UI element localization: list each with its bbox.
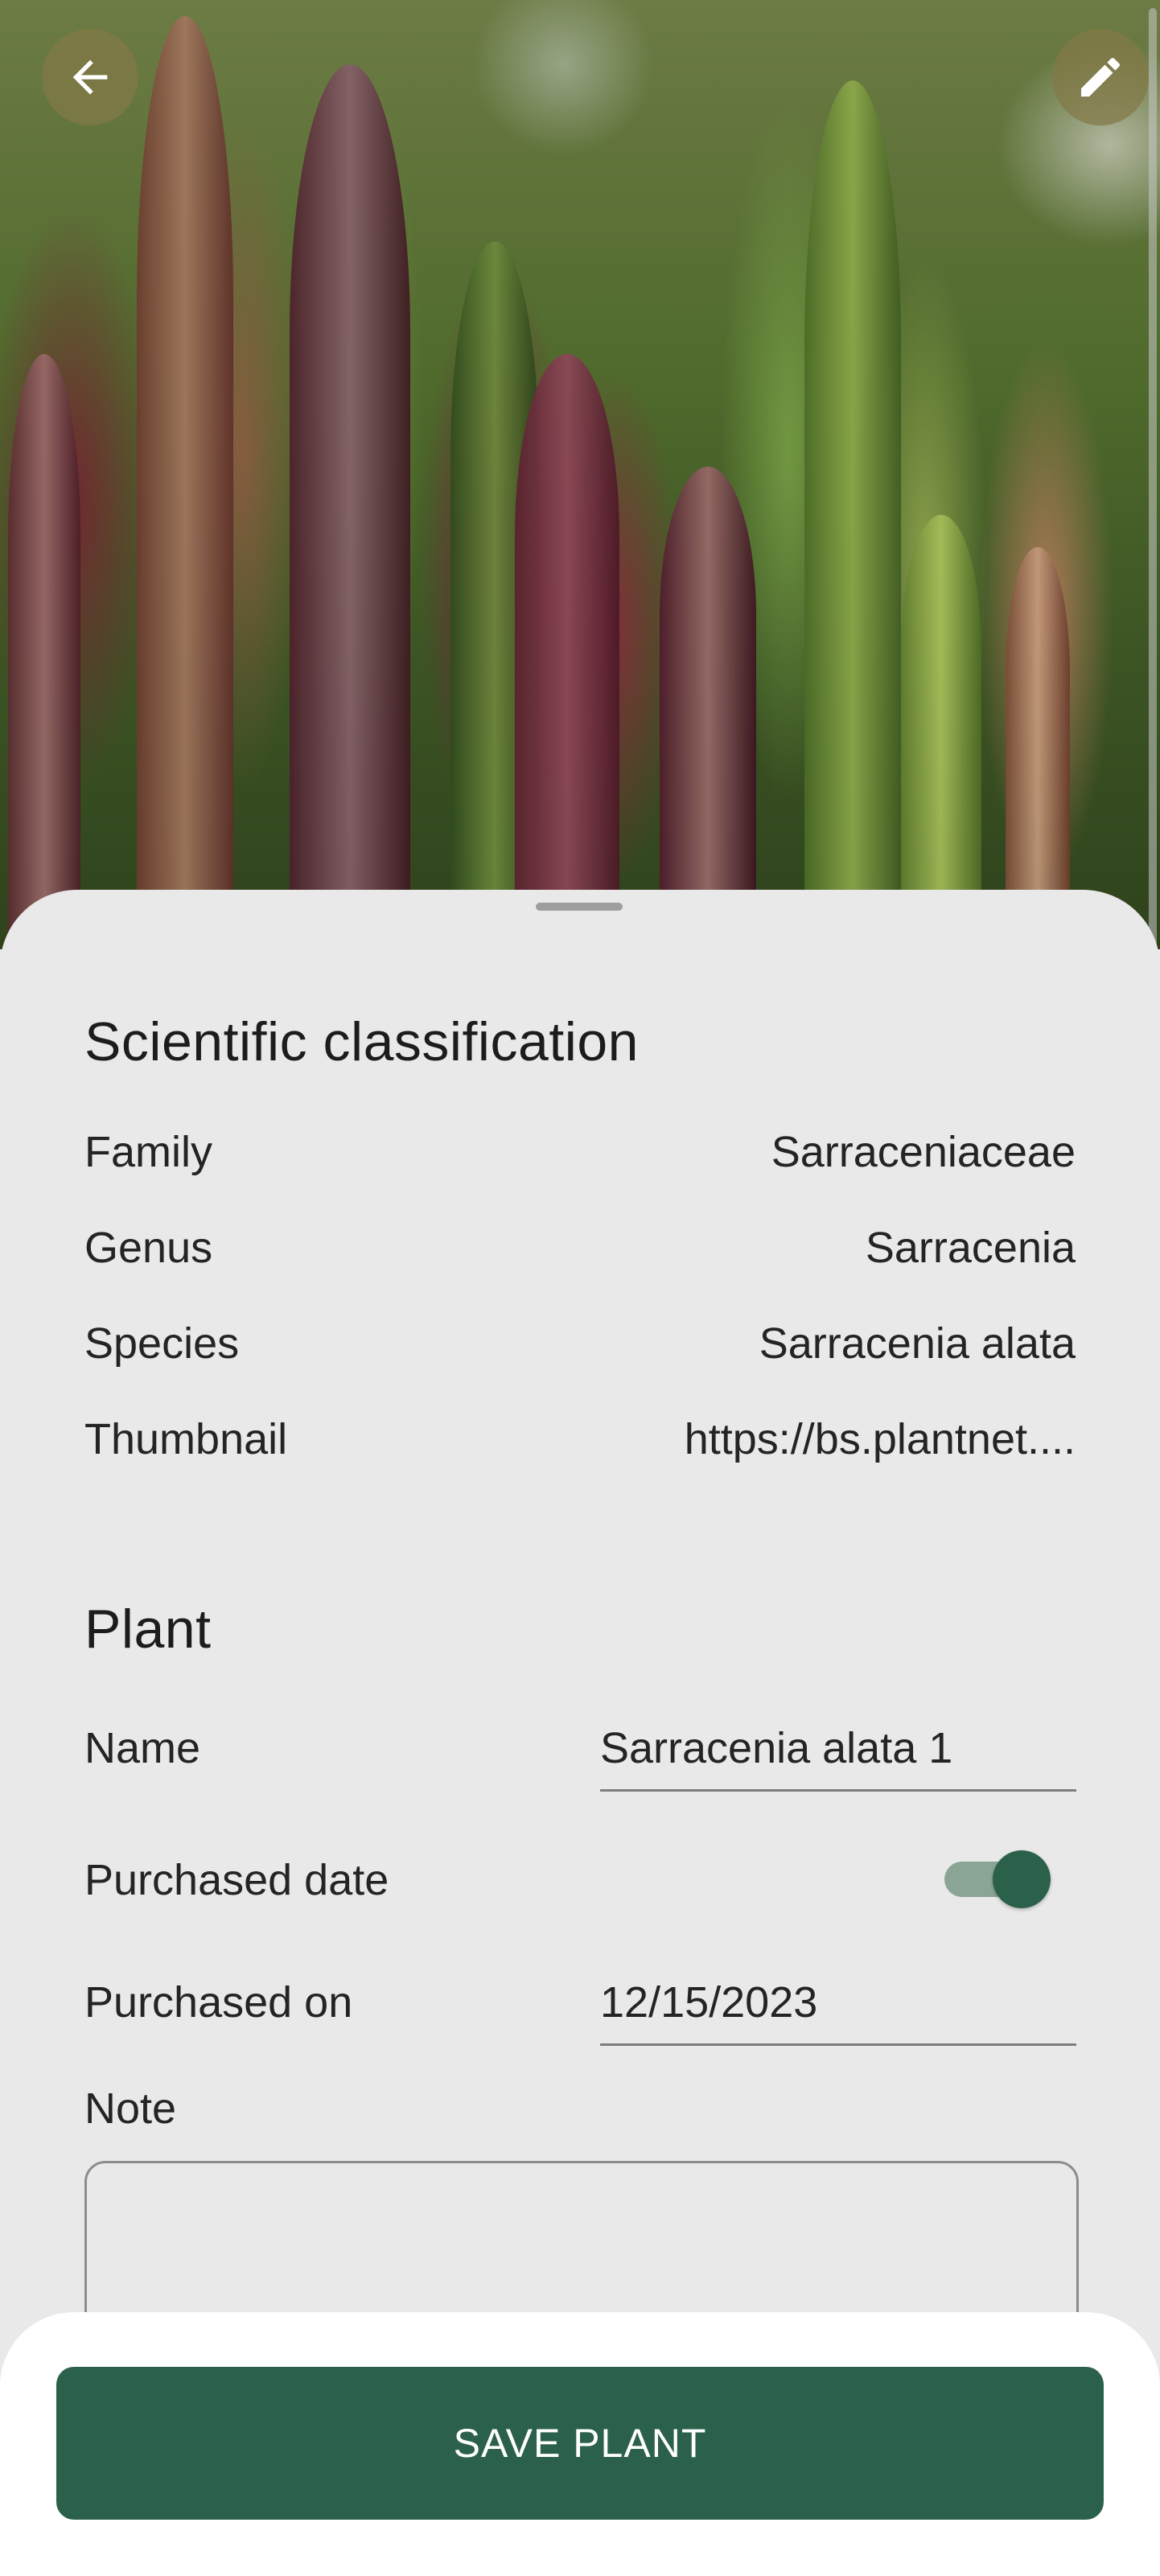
genus-label: Genus (84, 1224, 213, 1272)
photo-detail (515, 354, 619, 949)
thumbnail-label: Thumbnail (84, 1415, 288, 1463)
photo-detail (1006, 547, 1070, 949)
edit-button[interactable] (1052, 29, 1149, 126)
family-value: Sarraceniaceae (771, 1128, 1076, 1176)
plant-photo (0, 0, 1160, 949)
photo-detail (660, 467, 756, 949)
purchased-on-field[interactable]: 12/15/2023 (600, 1977, 1076, 2046)
plant-section-title: Plant (84, 1599, 212, 1660)
species-value: Sarracenia alata (759, 1319, 1076, 1368)
arrow-left-icon (72, 60, 108, 95)
photo-detail (290, 64, 410, 949)
classification-title: Scientific classification (84, 1011, 639, 1072)
note-label: Note (84, 2084, 177, 2133)
name-label: Name (84, 1724, 201, 1772)
back-button[interactable] (42, 29, 138, 126)
toggle-thumb (993, 1850, 1051, 1908)
photo-detail (8, 354, 80, 949)
bottom-action-bar: SAVE PLANT (0, 2312, 1160, 2576)
genus-value: Sarracenia (865, 1224, 1076, 1272)
name-field[interactable]: Sarracenia alata 1 (600, 1723, 1076, 1792)
drag-handle[interactable] (536, 903, 623, 911)
family-label: Family (84, 1128, 212, 1176)
photo-detail (804, 80, 901, 949)
thumbnail-link[interactable]: https://bs.plantnet.... (685, 1414, 1076, 1464)
save-plant-button[interactable]: SAVE PLANT (56, 2367, 1104, 2520)
pencil-icon (1081, 57, 1121, 97)
purchased-date-label: Purchased date (84, 1856, 389, 1904)
species-label: Species (84, 1319, 240, 1368)
photo-detail (901, 515, 981, 949)
photo-detail (137, 16, 233, 949)
purchased-date-toggle[interactable] (944, 1850, 1051, 1908)
purchased-on-label: Purchased on (84, 1978, 353, 2027)
